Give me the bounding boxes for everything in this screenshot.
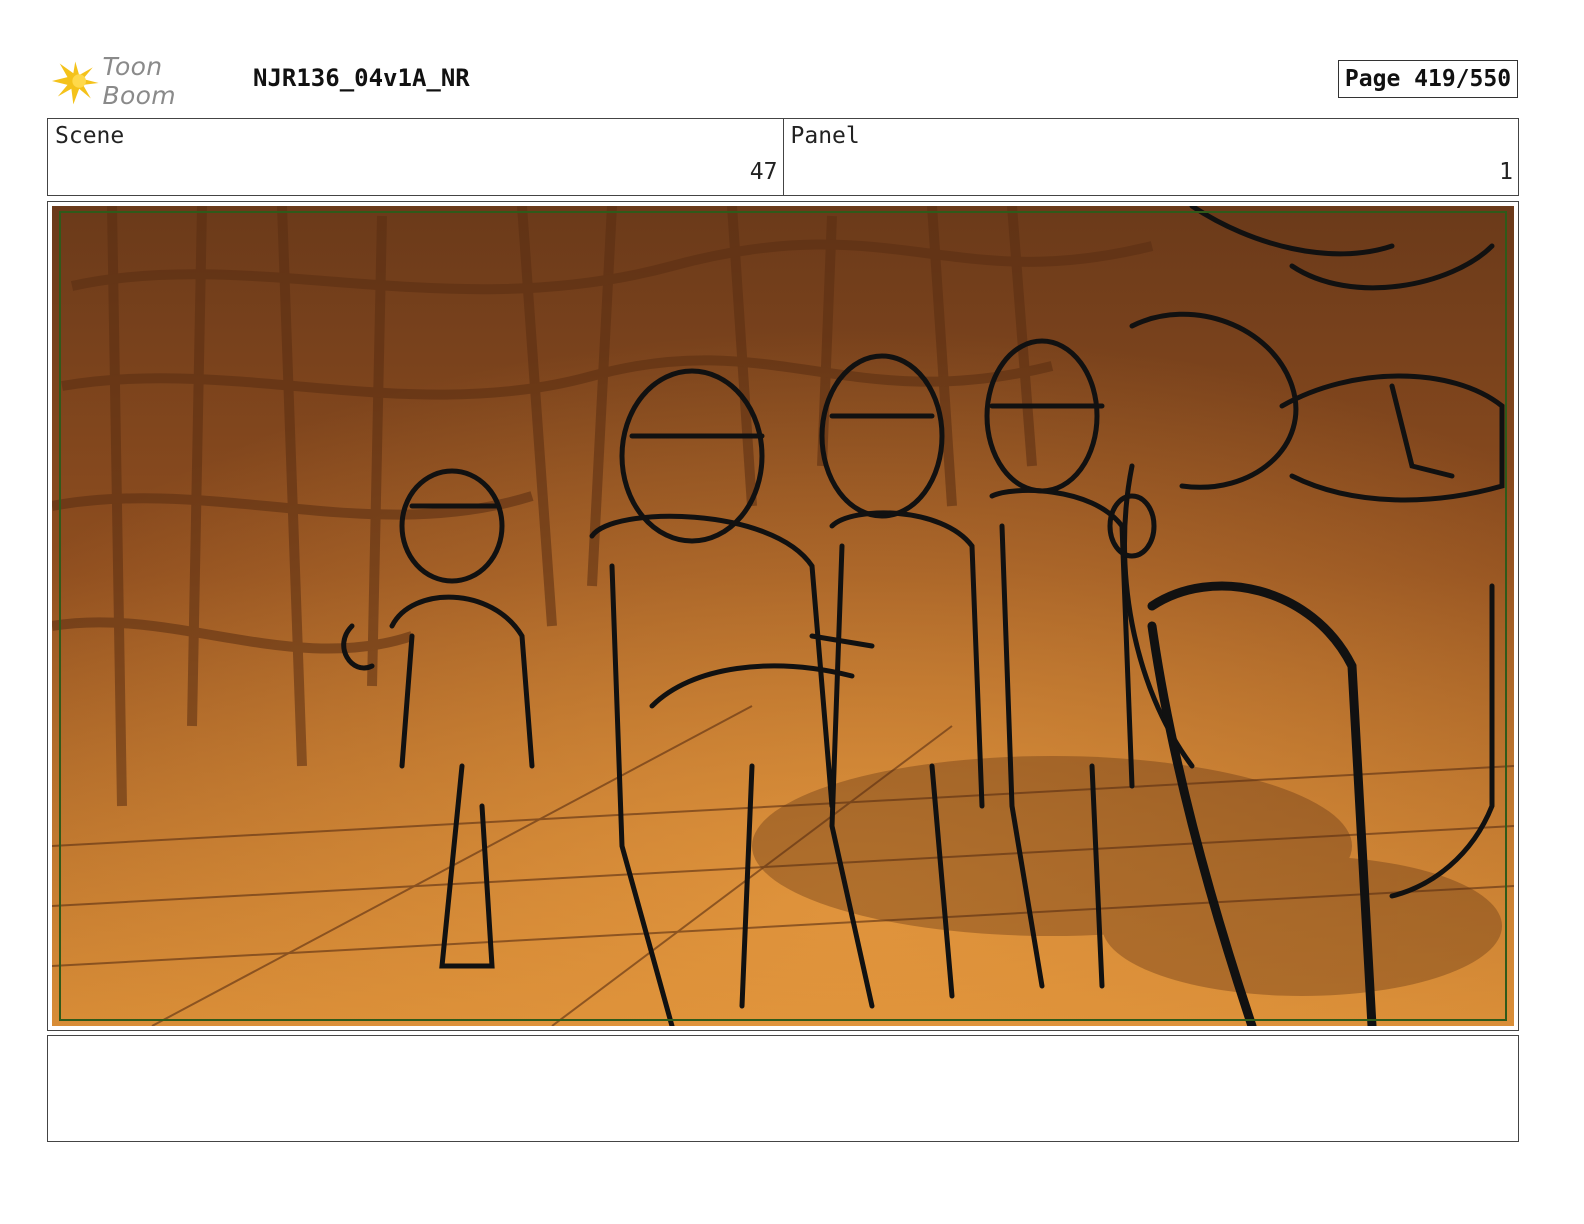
document-title: NJR136_04v1A_NR — [253, 64, 470, 92]
notes-box — [47, 1035, 1519, 1142]
starburst-icon — [51, 61, 99, 105]
scene-panel-info: Scene 47 Panel 1 — [47, 118, 1519, 196]
panel-frame — [47, 201, 1519, 1031]
storyboard-sketch-image — [52, 206, 1514, 1026]
toon-boom-logo: Toon Boom — [50, 52, 240, 110]
page-header: Toon Boom NJR136_04v1A_NR Page 419/550 — [50, 52, 1540, 110]
panel-cell: Panel 1 — [782, 119, 1519, 195]
page-number-label: Page 419/550 — [1344, 66, 1512, 92]
logo-text: Toon Boom — [102, 52, 176, 110]
scene-cell: Scene 47 — [48, 119, 783, 195]
page-number-box: Page 419/550 — [1338, 60, 1518, 98]
panel-label: Panel — [790, 123, 860, 149]
scene-label: Scene — [55, 123, 125, 149]
panel-value: 1 — [1499, 159, 1513, 185]
scene-value: 47 — [749, 159, 778, 185]
sketch-svg — [52, 206, 1514, 1026]
